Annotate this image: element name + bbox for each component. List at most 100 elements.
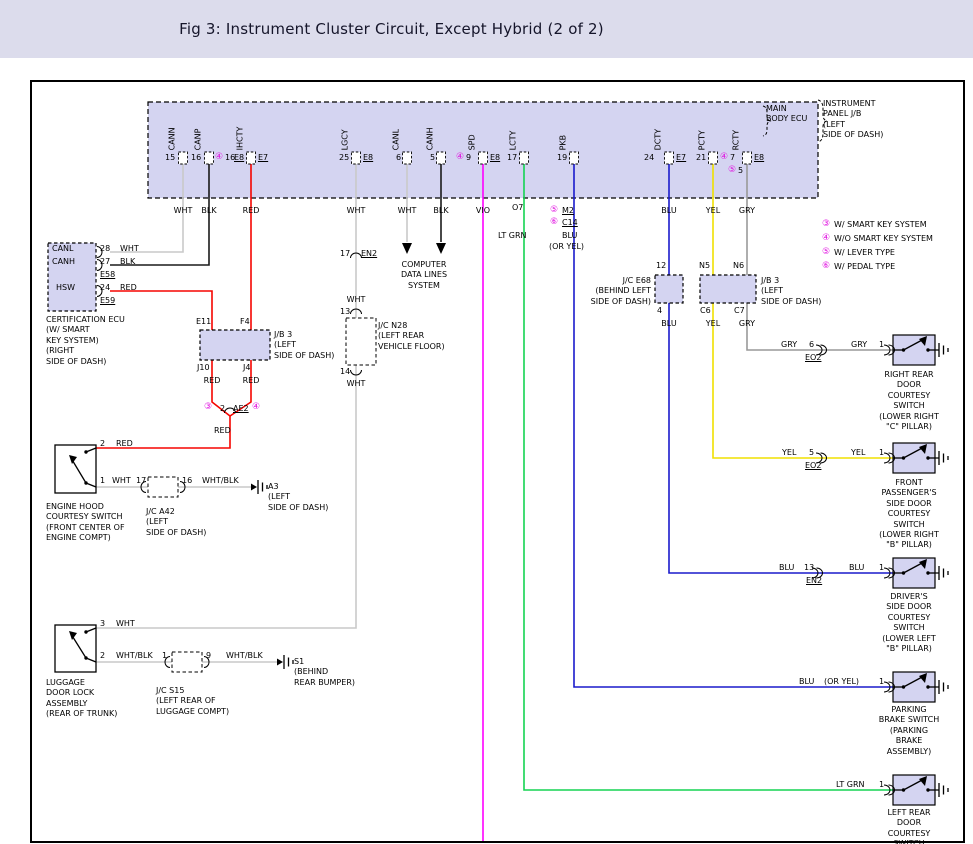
pin-number: 2 bbox=[100, 439, 105, 449]
pin-number: 21 bbox=[696, 153, 706, 163]
luggage-caption: LUGGAGE DOOR LOCK ASSEMBLY (REAR OF TRUN… bbox=[46, 678, 117, 720]
pin-number: 7 bbox=[730, 153, 735, 163]
jc-s15-box bbox=[172, 652, 202, 672]
legend-mark: ③ bbox=[822, 219, 830, 231]
wire-color-alt: (OR YEL) bbox=[549, 242, 584, 252]
switch-caption: DRIVER'S SIDE DOOR COURTESY SWITCH (LOWE… bbox=[877, 592, 941, 654]
engine-hood-caption: ENGINE HOOD COURTESY SWITCH (FRONT CENTE… bbox=[46, 502, 125, 544]
computer-data-lines-caption: COMPUTER DATA LINES SYSTEM bbox=[401, 260, 447, 291]
wire-color-alt: (OR YEL) bbox=[824, 677, 859, 687]
jb3-label: J/B 3 (LEFT SIDE OF DASH) bbox=[761, 276, 821, 307]
wire-color-label: WHT bbox=[120, 244, 139, 254]
pin-number: 25 bbox=[339, 153, 349, 163]
jb-pin: E11 bbox=[196, 317, 211, 327]
signal-label-spd: SPD bbox=[468, 134, 478, 150]
signal-label-ihcty: IHCTY bbox=[236, 127, 246, 151]
instrument-panel-label: INSTRUMENT PANEL J/B (LEFT SIDE OF DASH) bbox=[823, 99, 883, 141]
jb-pin: J4 bbox=[243, 363, 250, 373]
wire-color-label: GRY bbox=[739, 319, 755, 329]
connector-code: E8 bbox=[363, 153, 373, 163]
connector-pin: 1 bbox=[879, 563, 884, 573]
connector-pin: 6 bbox=[809, 340, 814, 350]
cert-pin-name: CANL bbox=[52, 244, 74, 254]
jb3-box-2 bbox=[700, 275, 756, 303]
wire-color-label: GRY bbox=[739, 206, 755, 216]
jc-a42-box bbox=[148, 477, 178, 497]
connector-code: E59 bbox=[100, 296, 115, 306]
signal-label-canl: CANL bbox=[392, 129, 402, 151]
pin-number: 3 bbox=[100, 619, 105, 629]
connector-code: E8 bbox=[754, 153, 764, 163]
pin-number: 5 bbox=[738, 166, 743, 176]
wire-color-label: LT GRN bbox=[836, 780, 865, 790]
connector-code: M2 bbox=[562, 206, 574, 216]
signal-label-lgcy: LGCY bbox=[341, 129, 351, 150]
connector-pin: 1 bbox=[879, 677, 884, 687]
wire-tag: O7 bbox=[512, 203, 523, 213]
legend-text: W/ SMART KEY SYSTEM bbox=[834, 220, 927, 230]
jc-n28-label: J/C N28 (LEFT REAR VEHICLE FLOOR) bbox=[378, 321, 445, 352]
legend-mark: ⑥ bbox=[822, 261, 830, 273]
wire-color-label: WHT/BLK bbox=[226, 651, 263, 661]
connector-code: E8 bbox=[490, 153, 500, 163]
wire-color-label: WHT bbox=[347, 206, 366, 216]
connector-pin: 13 bbox=[340, 307, 350, 317]
connector-pin: 1 bbox=[162, 651, 167, 661]
wire-color-label: RED bbox=[243, 376, 260, 386]
wire-color-label: BLU bbox=[799, 677, 814, 687]
connector-pin: 5 bbox=[809, 448, 814, 458]
option-mark: ⑤ bbox=[728, 165, 736, 177]
jb-pin: F4 bbox=[240, 317, 250, 327]
option-mark: ⑥ bbox=[550, 217, 558, 229]
jb-pin: C6 bbox=[700, 306, 711, 316]
signal-label-rcty: RCTY bbox=[732, 130, 742, 151]
option-mark: ④ bbox=[215, 152, 223, 164]
wire-color-label: WHT bbox=[398, 206, 417, 216]
wire-color-label: RED bbox=[243, 206, 260, 216]
jc-e68-label: J/C E68 (BEHIND LEFT SIDE OF DASH) bbox=[591, 276, 651, 307]
connector-pin: 17 bbox=[340, 249, 350, 259]
legend-mark: ④ bbox=[822, 233, 830, 245]
wire-color-label: BLU bbox=[562, 231, 577, 241]
option-mark: ③ bbox=[204, 402, 212, 414]
wire-color-label: RED bbox=[120, 283, 137, 293]
pin-number: 6 bbox=[396, 153, 401, 163]
connector-code: AE2 bbox=[233, 404, 249, 414]
wire-color-label: BLU bbox=[779, 563, 794, 573]
wire-color-label: YEL bbox=[706, 319, 720, 329]
wire-color-label: RED bbox=[214, 426, 231, 436]
luggage-lock-box bbox=[55, 625, 96, 672]
jc-s15-label: J/C S15 (LEFT REAR OF LUGGAGE COMPT) bbox=[156, 686, 229, 717]
connector-code: EN2 bbox=[806, 576, 822, 586]
signal-label-lcty: LCTY bbox=[509, 131, 519, 151]
certification-ecu-caption: CERTIFICATION ECU (W/ SMART KEY SYSTEM) … bbox=[46, 315, 125, 367]
cert-pin-number: 24 bbox=[100, 283, 110, 293]
jb-pin: N5 bbox=[699, 261, 710, 271]
wire-color-label: RED bbox=[204, 376, 221, 386]
connector-code: C14 bbox=[562, 218, 578, 228]
wire-color-label: RED bbox=[116, 439, 133, 449]
signal-label-canp: CANP bbox=[194, 129, 204, 151]
connector-code: E7 bbox=[676, 153, 686, 163]
option-mark: ⑤ bbox=[550, 205, 558, 217]
connector-code: E7 bbox=[258, 153, 268, 163]
connector-code: EN2 bbox=[361, 249, 377, 259]
wire-color-label: BLU bbox=[661, 206, 676, 216]
legend-text: W/ LEVER TYPE bbox=[834, 248, 895, 258]
connector-code: E58 bbox=[100, 270, 115, 280]
wire-color-label: BLU bbox=[661, 319, 676, 329]
wire-color-label: BLK bbox=[201, 206, 216, 216]
option-mark: ④ bbox=[252, 402, 260, 414]
pin-number: 19 bbox=[557, 153, 567, 163]
wire-color-label: WHT bbox=[347, 295, 366, 305]
jb-pin: J10 bbox=[197, 363, 210, 373]
connector-pin: 9 bbox=[206, 651, 211, 661]
wire-color-label: VIO bbox=[476, 206, 490, 216]
signal-label-cann: CANN bbox=[168, 127, 178, 150]
pin-number: 15 bbox=[165, 153, 175, 163]
jb3-box-1 bbox=[200, 330, 270, 360]
wire-color-label: BLK bbox=[433, 206, 448, 216]
jb3-label: J/B 3 (LEFT SIDE OF DASH) bbox=[274, 330, 334, 361]
wire-color-label: WHT/BLK bbox=[202, 476, 239, 486]
cert-pin-name: CANH bbox=[52, 257, 75, 267]
